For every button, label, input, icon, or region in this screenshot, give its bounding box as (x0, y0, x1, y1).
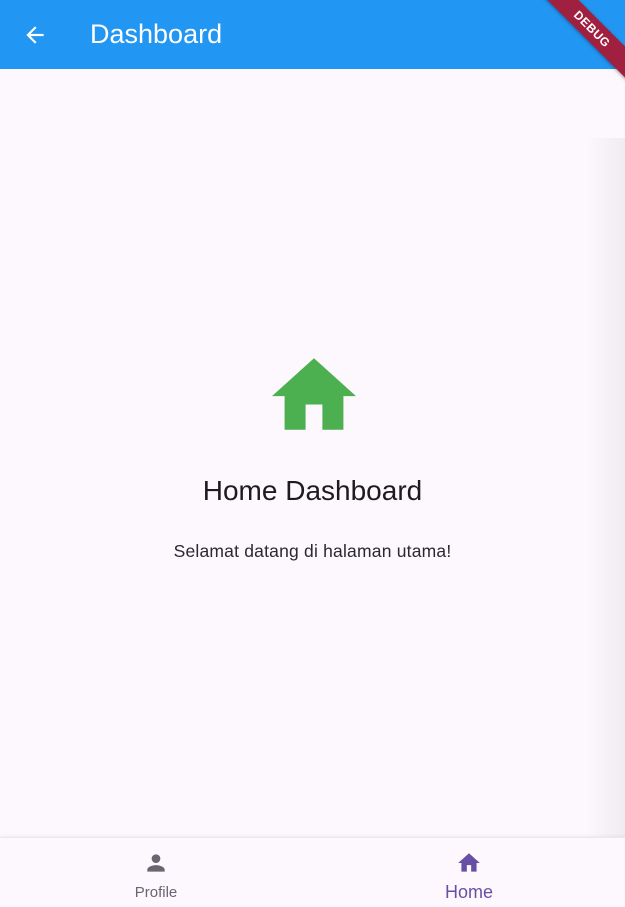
app-bar: Dashboard (0, 0, 625, 69)
dashboard-heading: Home Dashboard (202, 475, 423, 506)
main-content: Home Dashboard Selamat datang di halaman… (0, 69, 625, 906)
nav-label-home: Home (444, 882, 493, 902)
nav-item-profile[interactable]: Profile (0, 838, 312, 907)
nav-label-profile: Profile (134, 884, 178, 901)
page-title: Dashboard (90, 19, 223, 49)
home-icon (458, 853, 480, 872)
back-button[interactable] (14, 14, 56, 56)
home-icon (272, 358, 356, 430)
edge-shadow (585, 138, 625, 906)
arrow-back-icon (26, 26, 44, 44)
nav-item-home[interactable]: Home (313, 838, 625, 907)
bottom-navigation-bar: Profile Home (0, 837, 625, 907)
person-icon (147, 854, 165, 872)
welcome-message: Selamat datang di halaman utama! (173, 541, 452, 561)
